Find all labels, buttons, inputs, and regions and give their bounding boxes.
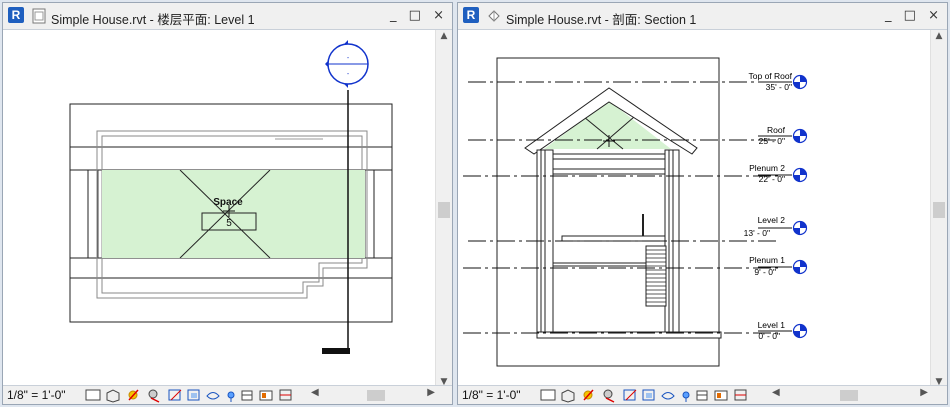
sun-path-icon[interactable] [583,389,594,401]
section-view-icon [488,10,500,22]
show-crop-icon[interactable] [642,389,655,401]
level-head-icon [792,74,808,90]
scroll-thumb[interactable] [438,202,450,218]
revit-logo[interactable]: R [463,7,479,23]
level-head-icon [792,323,808,339]
level-head-roof[interactable]: Roof 25' - 0" [758,125,808,146]
level-head-icon [792,259,808,275]
svg-text:Roof: Roof [767,125,786,135]
svg-text:Plenum 1: Plenum 1 [749,255,785,265]
plan-canvas[interactable]: Space 5 - - [3,30,435,388]
shadows-icon[interactable] [148,389,160,403]
space-number[interactable]: 5 [226,218,232,229]
scroll-up-arrow[interactable]: ▲ [931,31,947,41]
section-head-icon[interactable]: - - [325,40,369,88]
view-scale[interactable]: 1/8" = 1'-0" [462,388,521,402]
hscroll-thumb[interactable] [367,390,385,401]
level-head-level-1[interactable]: Level 1 0' - 0" [758,320,808,341]
scroll-up-arrow[interactable]: ▲ [436,31,452,41]
analytical-model-icon[interactable] [696,390,708,401]
level-head-plenum-1[interactable]: Plenum 1 9' - 0" [749,255,808,277]
title-bar[interactable]: R Simple House.rvt - 剖面: Section 1 _ □ × [458,3,947,30]
window-controls[interactable]: _ □ × [885,8,943,23]
section-canvas[interactable]: Top of Roof 35' - 0" Roof 25' - 0" Plenu… [458,30,930,388]
reveal-constraints-icon[interactable] [279,389,292,401]
sun-path-icon[interactable] [128,389,139,401]
svg-text:35' - 0": 35' - 0" [766,82,792,92]
svg-text:Plenum 2: Plenum 2 [749,163,785,173]
view-scale[interactable]: 1/8" = 1'-0" [7,388,66,402]
floor-plan-view-icon [32,8,46,24]
svg-text:22' - 0": 22' - 0" [759,174,785,184]
svg-text:25' - 0": 25' - 0" [759,136,785,146]
floor-plan-window[interactable]: R Simple House.rvt - 楼层平面: Level 1 _ □ ×… [2,2,453,405]
svg-text:Level 2: Level 2 [758,215,786,225]
svg-text:9' - 0": 9' - 0" [754,267,776,277]
visual-style-icon[interactable] [106,389,120,403]
scroll-left-arrow[interactable]: ◀ [311,387,319,398]
scroll-right-arrow[interactable]: ▶ [920,387,928,398]
detail-level-icon[interactable] [85,389,101,401]
level-head-top-of-roof[interactable]: Top of Roof 35' - 0" [749,71,808,92]
reveal-hidden-icon[interactable] [227,391,235,402]
hscroll-thumb[interactable] [840,390,858,401]
space-name[interactable]: Space [213,197,243,208]
space-fill [102,170,365,258]
reveal-constraints-icon[interactable] [734,389,747,401]
svg-text:Top of Roof: Top of Roof [749,71,793,81]
title-bar[interactable]: R Simple House.rvt - 楼层平面: Level 1 _ □ × [3,3,452,30]
revit-logo[interactable]: R [8,7,24,23]
level-head-plenum-2[interactable]: Plenum 2 22' - 0" [749,163,808,184]
stair [642,214,667,307]
show-crop-icon[interactable] [187,389,200,401]
highlight-displacement-icon[interactable] [714,390,728,401]
level-head-icon [792,167,808,183]
horizontal-scrollbar[interactable]: ◀ ▶ [309,387,437,403]
horizontal-scrollbar[interactable]: ◀ ▶ [770,387,930,403]
vertical-scrollbar[interactable]: ▲ ▼ [435,30,452,388]
detail-level-icon[interactable] [540,389,556,401]
svg-text:13' - 0": 13' - 0" [744,228,770,238]
level-head-icon [792,220,808,236]
visual-style-icon[interactable] [561,389,575,403]
view-control-bar: 1/8" = 1'-0" ◀ ▶ [3,385,452,404]
svg-text:0' - 0": 0' - 0" [758,331,780,341]
window-title: Simple House.rvt - 楼层平面: Level 1 [51,13,255,27]
temporary-hide-icon[interactable] [206,392,220,400]
level-head-level-2[interactable]: Level 2 13' - 0" [744,215,808,238]
view-tools [540,389,747,403]
analytical-model-icon[interactable] [241,390,253,401]
highlight-displacement-icon[interactable] [259,390,273,401]
temporary-hide-icon[interactable] [661,392,675,400]
reveal-hidden-icon[interactable] [682,391,690,402]
window-controls[interactable]: _ □ × [390,8,448,23]
vertical-scrollbar[interactable]: ▲ ▼ [930,30,947,388]
level-head-icon [792,128,808,144]
crop-view-icon[interactable] [168,389,182,401]
view-control-bar: 1/8" = 1'-0" ◀ ▶ [458,385,947,404]
svg-text:Level 1: Level 1 [758,320,786,330]
view-tools [85,389,292,403]
shadows-icon[interactable] [603,389,615,403]
section-tail [322,348,350,354]
window-title: Simple House.rvt - 剖面: Section 1 [506,13,697,27]
scroll-thumb[interactable] [933,202,945,218]
section-window[interactable]: R Simple House.rvt - 剖面: Section 1 _ □ × [457,2,948,405]
scroll-left-arrow[interactable]: ◀ [772,387,780,398]
scroll-right-arrow[interactable]: ▶ [427,387,435,398]
crop-view-icon[interactable] [623,389,637,401]
